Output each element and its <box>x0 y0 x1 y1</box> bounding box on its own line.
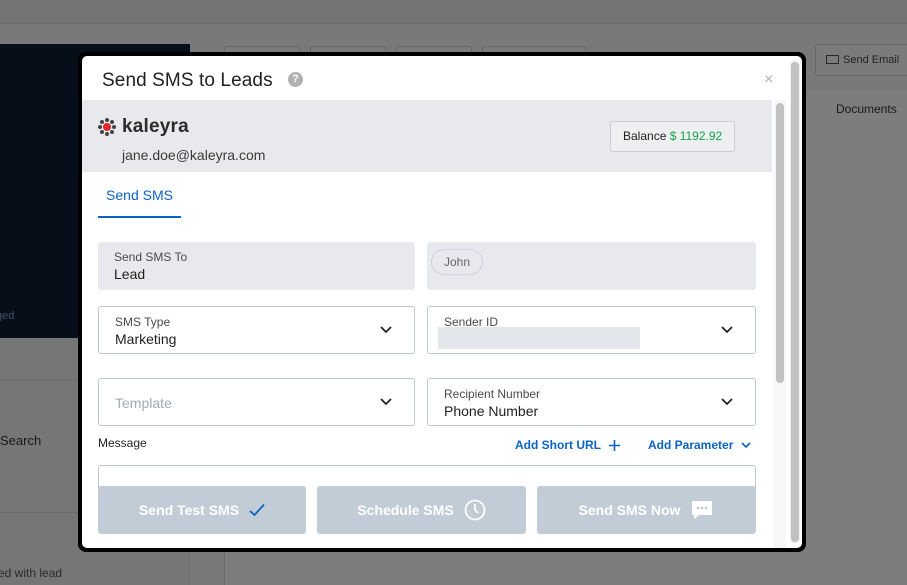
close-icon[interactable]: × <box>764 72 773 88</box>
send-sms-modal: Send SMS to Leads ? × kaleyra jane.doe@k… <box>78 52 806 552</box>
inner-scrollbar-thumb[interactable] <box>776 103 784 383</box>
chevron-down-icon[interactable] <box>721 323 733 335</box>
recipient-chip[interactable]: John <box>431 249 484 275</box>
inner-scrollbar[interactable] <box>774 100 786 548</box>
sms-type-value: Marketing <box>115 331 177 347</box>
send-test-sms-label: Send Test SMS <box>138 502 240 518</box>
checkmark-icon <box>249 503 265 517</box>
sms-type-select[interactable]: SMS Type Marketing <box>98 306 415 354</box>
send-sms-now-label: Send SMS Now <box>578 502 681 518</box>
user-email: jane.doe@kaleyra.com <box>122 147 266 163</box>
chevron-down-icon[interactable] <box>721 395 733 407</box>
modal-title: Send SMS to Leads <box>102 70 273 91</box>
recipient-number-value: Phone Number <box>444 403 539 419</box>
modal-scrollbar[interactable] <box>790 60 800 544</box>
add-parameter-label: Add Parameter <box>648 438 734 452</box>
balance-amount: $ 1192.92 <box>669 129 723 143</box>
chevron-down-icon <box>741 442 751 449</box>
logo-text: kaleyra <box>122 116 189 137</box>
question-circle-icon[interactable]: ? <box>288 72 303 87</box>
plus-icon <box>609 439 620 451</box>
balance-label: Balance <box>623 129 667 143</box>
send-test-sms-button[interactable]: Send Test SMS <box>98 486 306 534</box>
schedule-sms-label: Schedule SMS <box>357 502 454 518</box>
template-select[interactable]: Template <box>98 378 415 426</box>
send-sms-to-value: Lead <box>114 266 146 282</box>
chevron-down-icon[interactable] <box>380 323 392 335</box>
add-parameter-button[interactable]: Add Parameter <box>648 438 751 452</box>
balance-badge: Balance $ 1192.92 <box>610 121 736 152</box>
chevron-down-icon[interactable] <box>380 395 392 407</box>
send-sms-now-button[interactable]: Send SMS Now <box>537 486 756 534</box>
send-sms-to-field: Send SMS To Lead <box>98 242 415 290</box>
recipient-number-label: Recipient Number <box>444 387 541 401</box>
sender-id-select[interactable]: Sender ID <box>427 306 756 354</box>
modal-scrollbar-thumb[interactable] <box>791 62 799 542</box>
add-short-url-label: Add Short URL <box>515 438 601 452</box>
modal-body: Send SMS to Leads ? × kaleyra jane.doe@k… <box>82 56 802 548</box>
add-short-url-button[interactable]: Add Short URL <box>515 438 620 452</box>
clock-icon <box>464 499 486 521</box>
kaleyra-logo-icon <box>98 118 116 136</box>
modal-scroll-content: kaleyra jane.doe@kaleyra.com Balance $ 1… <box>82 100 788 548</box>
tab-send-sms[interactable]: Send SMS <box>98 172 181 218</box>
recipient-number-select[interactable]: Recipient Number Phone Number <box>427 378 756 426</box>
sms-type-label: SMS Type <box>115 315 171 329</box>
kaleyra-logo: kaleyra <box>98 116 189 138</box>
modal-header: Send SMS to Leads ? × <box>82 56 802 100</box>
chat-bubble-icon <box>692 501 713 519</box>
brand-bar: kaleyra jane.doe@kaleyra.com Balance $ 1… <box>82 100 772 172</box>
message-label: Message <box>98 436 147 450</box>
recipients-field: John <box>427 242 756 290</box>
send-sms-to-label: Send SMS To <box>114 250 188 264</box>
sender-id-value <box>438 327 640 349</box>
tab-bar: Send SMS <box>98 172 756 218</box>
schedule-sms-button[interactable]: Schedule SMS <box>317 486 526 534</box>
template-placeholder: Template <box>115 395 172 411</box>
